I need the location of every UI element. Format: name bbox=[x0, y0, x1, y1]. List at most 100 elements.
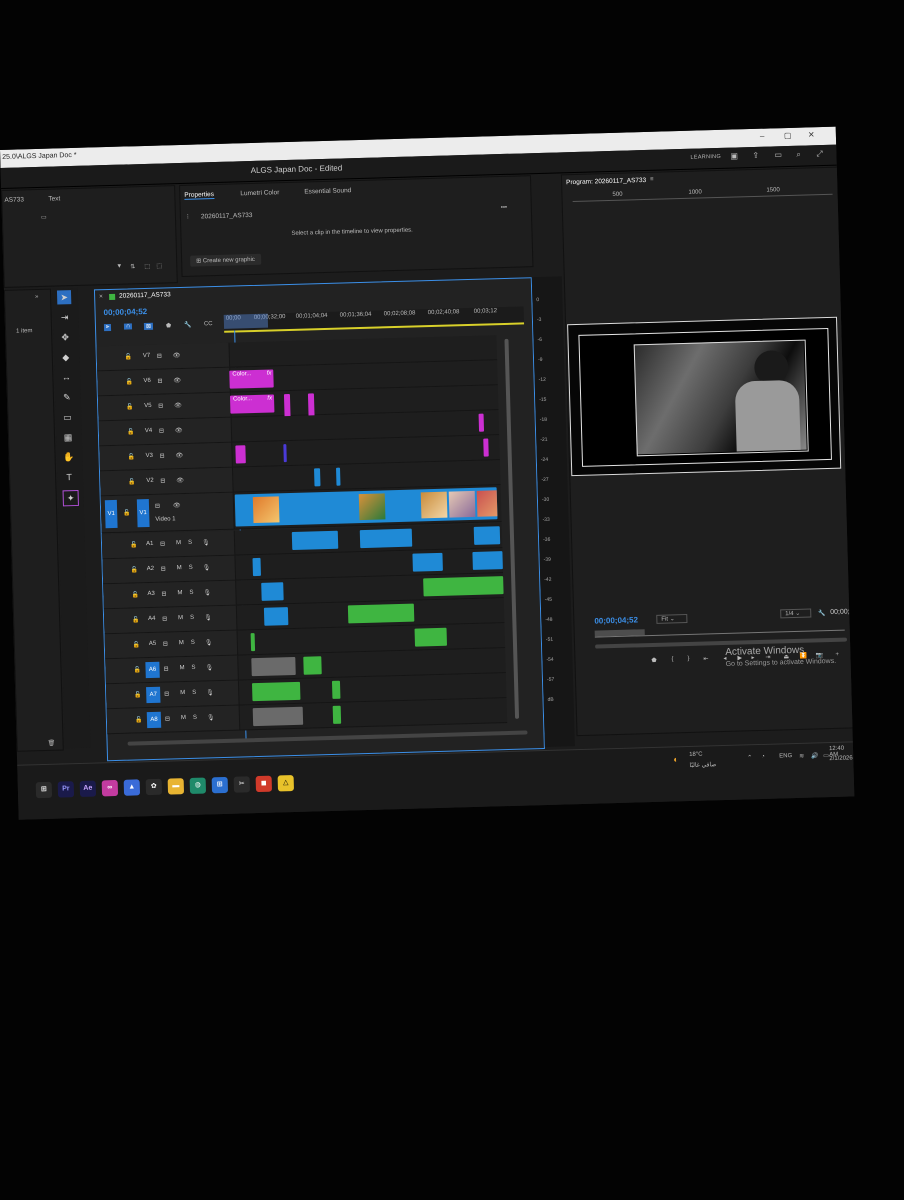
audio-clip[interactable] bbox=[303, 656, 322, 675]
mark-out-icon[interactable]: } bbox=[687, 656, 689, 662]
lock-icon[interactable]: 🔓 bbox=[128, 453, 136, 460]
audio-clip[interactable] bbox=[473, 526, 501, 545]
audio-clip[interactable] bbox=[347, 603, 415, 624]
lock-icon[interactable]: 🔓 bbox=[134, 691, 142, 698]
network-icon[interactable]: ◔ bbox=[761, 754, 765, 760]
mute-button[interactable]: M bbox=[176, 540, 181, 546]
video-clip[interactable] bbox=[234, 487, 498, 527]
mute-button[interactable]: M bbox=[179, 640, 184, 646]
audio-clip[interactable] bbox=[251, 681, 301, 702]
bin-icon[interactable]: ⬚ bbox=[156, 263, 162, 270]
lock-icon[interactable]: 🔓 bbox=[133, 641, 141, 648]
close-icon[interactable]: ✕ bbox=[808, 130, 815, 139]
sync-icon[interactable]: ⊟ bbox=[160, 453, 165, 460]
mic-icon[interactable]: 🎙 bbox=[203, 589, 211, 596]
learning-tab[interactable]: LEARNING bbox=[690, 154, 721, 161]
fullscreen-icon[interactable]: ⤢ bbox=[816, 149, 823, 159]
snipping-tool-icon[interactable]: ✂ bbox=[233, 776, 251, 793]
eye-icon[interactable]: 👁 bbox=[175, 427, 183, 434]
wrench-icon[interactable]: 🔧 bbox=[184, 322, 192, 329]
sync-icon[interactable]: ⊟ bbox=[163, 665, 168, 672]
minimize-icon[interactable]: – bbox=[760, 132, 765, 141]
lock-icon[interactable]: 🔓 bbox=[131, 566, 139, 573]
sync-icon[interactable]: ⊟ bbox=[157, 353, 162, 360]
zoom-scrollbar[interactable] bbox=[595, 637, 848, 649]
solo-button[interactable]: S bbox=[189, 590, 193, 596]
panel-icon[interactable]: ▣ bbox=[730, 151, 738, 160]
captions-icon[interactable]: CC bbox=[204, 321, 213, 327]
eye-icon[interactable]: 👁 bbox=[173, 352, 181, 359]
linked-selection-icon[interactable]: ⊠ bbox=[143, 322, 154, 331]
mark-in-icon[interactable]: { bbox=[671, 656, 673, 662]
audio-clip[interactable] bbox=[251, 656, 296, 677]
weather-icon[interactable]: ◐ bbox=[673, 754, 679, 764]
generative-icon[interactable]: ✦ bbox=[62, 489, 79, 507]
expand-icon[interactable]: » bbox=[35, 294, 39, 300]
wifi-icon[interactable]: ≋ bbox=[799, 753, 804, 760]
sync-icon[interactable]: ⊟ bbox=[155, 503, 160, 510]
solo-button[interactable]: S bbox=[189, 565, 193, 571]
video-clip[interactable] bbox=[336, 467, 341, 486]
video-clip[interactable] bbox=[235, 445, 246, 464]
mute-button[interactable]: M bbox=[178, 615, 183, 621]
program-title[interactable]: Program: 20260117_AS733 bbox=[566, 177, 646, 186]
track-label[interactable]: A6 bbox=[145, 661, 160, 679]
mic-icon[interactable]: 🎙 bbox=[206, 689, 214, 696]
lock-icon[interactable]: 🔓 bbox=[131, 591, 139, 598]
audio-clip[interactable] bbox=[263, 607, 289, 626]
sync-icon[interactable]: ⊟ bbox=[159, 428, 164, 435]
time-ruler[interactable]: 00;00 00;00;32;00 00;01;04;04 00;01;36;0… bbox=[223, 306, 525, 333]
mic-icon[interactable]: 🎙 bbox=[202, 539, 210, 546]
new-item-icon[interactable]: ⬚ bbox=[144, 263, 150, 270]
solo-button[interactable]: S bbox=[193, 715, 197, 721]
audio-clip[interactable] bbox=[423, 576, 504, 597]
lock-icon[interactable]: 🔓 bbox=[125, 353, 133, 360]
sync-icon[interactable]: ⊟ bbox=[165, 715, 170, 722]
volume-icon[interactable]: 🔊 bbox=[811, 752, 819, 759]
vertical-scrollbar[interactable] bbox=[504, 338, 520, 719]
tray-chevron-icon[interactable]: ⌃ bbox=[747, 754, 752, 761]
delete-icon[interactable]: 🗑 bbox=[47, 740, 56, 747]
solo-button[interactable]: S bbox=[188, 540, 192, 546]
tab-as733[interactable]: AS733 bbox=[4, 196, 24, 204]
solo-button[interactable]: S bbox=[192, 690, 196, 696]
scrub-range[interactable] bbox=[594, 629, 645, 637]
audio-clip[interactable] bbox=[331, 680, 341, 699]
wrench-icon[interactable]: 🔧 bbox=[818, 610, 826, 617]
lock-icon[interactable]: 🔓 bbox=[133, 666, 142, 673]
sync-icon[interactable]: ⊟ bbox=[161, 566, 166, 573]
sync-icon[interactable]: ⊟ bbox=[161, 591, 166, 598]
video-clip[interactable] bbox=[283, 444, 287, 463]
audio-clip[interactable] bbox=[414, 627, 448, 647]
mic-icon[interactable]: 🎙 bbox=[203, 564, 211, 571]
mic-icon[interactable]: 🎙 bbox=[205, 639, 213, 646]
list-view-icon[interactable]: ▭ bbox=[41, 214, 47, 221]
premiere-icon[interactable]: Pr bbox=[57, 781, 75, 798]
pen-icon[interactable]: ✎ bbox=[60, 390, 74, 404]
solo-button[interactable]: S bbox=[191, 640, 195, 646]
copilot-icon[interactable]: ✿ bbox=[145, 778, 163, 796]
hand-icon[interactable]: ✋ bbox=[61, 450, 75, 464]
lock-icon[interactable]: 🔓 bbox=[132, 616, 140, 623]
mute-button[interactable]: M bbox=[177, 590, 182, 596]
mute-button[interactable]: M bbox=[179, 665, 184, 671]
razor-icon[interactable]: ◆ bbox=[59, 350, 73, 364]
mic-icon[interactable]: 🎙 bbox=[204, 614, 212, 621]
window-icon[interactable]: ▭ bbox=[774, 150, 782, 159]
tab-text[interactable]: Text bbox=[48, 195, 60, 202]
mute-button[interactable]: M bbox=[180, 690, 185, 696]
media-app-icon[interactable]: ◼ bbox=[255, 775, 273, 793]
track-label[interactable]: A8 bbox=[146, 711, 162, 729]
export-icon[interactable]: ⇪ bbox=[752, 151, 759, 160]
source-patch-v1[interactable]: V1 bbox=[104, 499, 118, 529]
marker-icon[interactable]: ⬟ bbox=[166, 322, 171, 329]
maximize-icon[interactable]: ▢ bbox=[784, 131, 792, 140]
audio-clip[interactable] bbox=[252, 706, 304, 727]
video-clip[interactable] bbox=[314, 468, 321, 487]
audio-clip[interactable] bbox=[261, 582, 284, 601]
close-sequence-icon[interactable]: × bbox=[99, 293, 103, 300]
eye-icon[interactable]: 👁 bbox=[176, 452, 184, 459]
search-icon[interactable]: ⌕ bbox=[796, 150, 801, 160]
nest-icon[interactable]: ⫸ bbox=[103, 323, 112, 332]
fit-dropdown[interactable]: Fit ⌄ bbox=[656, 613, 688, 624]
